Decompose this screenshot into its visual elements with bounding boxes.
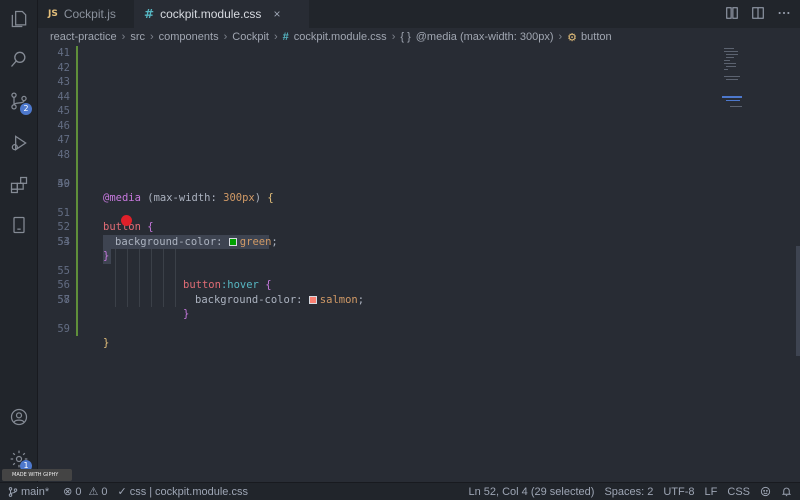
js-file-icon: JS	[48, 9, 58, 19]
error-count: 0	[75, 485, 82, 498]
branch-indicator[interactable]: main*	[8, 486, 49, 498]
line-number: 43	[57, 76, 70, 88]
symbol-class-icon: ⚙	[567, 31, 578, 44]
chevron-right-icon: ›	[121, 31, 126, 43]
split-editor-icon[interactable]	[750, 5, 766, 21]
chevron-right-icon: ›	[273, 31, 278, 43]
error-icon: ⊗	[63, 486, 73, 498]
line-number: 41	[57, 47, 70, 59]
source-control-icon[interactable]	[0, 86, 38, 116]
tab-cockpit-js[interactable]: JS Cockpit.js	[38, 0, 133, 28]
breadcrumb: react-practice › src › components › Cockpit…	[38, 28, 800, 46]
warning-icon: ⚠	[88, 486, 99, 498]
code-line: }	[103, 336, 109, 351]
language-status[interactable]: ✓ css | cockpit.module.css	[117, 485, 248, 499]
code-editor[interactable]: 41 42 43 44 45 46 47 48 49 @media (max-w…	[38, 46, 800, 482]
tab-cockpit-module-css[interactable]: # cockpit.module.css ×	[134, 0, 309, 28]
line-number: 42	[57, 61, 70, 74]
divider: |	[149, 485, 153, 498]
minimap[interactable]	[720, 46, 800, 482]
encoding[interactable]: UTF-8	[663, 486, 694, 498]
indentation[interactable]: Spaces: 2	[604, 486, 653, 498]
notifications-bell-icon[interactable]	[781, 486, 792, 497]
check-icon: ✓	[117, 486, 127, 498]
status-bar: main* ⊗ 0 ⚠ 0 ✓ css | cockpit.module.css…	[0, 482, 800, 500]
breadcrumb-media[interactable]: @media (max-width: 300px)	[416, 31, 554, 43]
breadcrumb-symbol[interactable]: button	[581, 31, 612, 43]
run-debug-icon[interactable]	[0, 128, 38, 158]
more-actions-icon[interactable]	[776, 5, 792, 21]
line-number: 59	[57, 322, 70, 335]
tab-label: cockpit.module.css	[160, 7, 262, 21]
branch-name: main*	[21, 485, 50, 498]
accounts-icon[interactable]	[0, 402, 38, 432]
line-number: 58	[57, 293, 70, 306]
tab-label: Cockpit.js	[63, 7, 116, 21]
brace: }	[103, 337, 110, 349]
tab-bar: JS Cockpit.js # cockpit.module.css ×	[38, 0, 800, 28]
status-file-name: cockpit.module.css	[155, 485, 248, 498]
language-mode: css	[129, 485, 147, 498]
vertical-scrollbar[interactable]	[796, 246, 800, 356]
remote-explorer-icon[interactable]	[0, 210, 38, 240]
cursor-indicator	[121, 215, 132, 226]
giphy-watermark: MADE WITH GIPHY	[2, 469, 72, 481]
activity-bar: 2 1	[0, 0, 38, 482]
line-number: 44	[57, 90, 70, 103]
breadcrumb-item[interactable]: react-practice	[50, 31, 117, 43]
git-branch-icon	[8, 486, 18, 497]
compare-changes-icon[interactable]	[724, 5, 740, 21]
css-file-icon: #	[144, 7, 155, 21]
css-file-icon: #	[282, 31, 289, 43]
breadcrumb-item[interactable]: Cockpit	[232, 31, 269, 43]
chevron-right-icon: ›	[223, 31, 228, 43]
breadcrumb-file[interactable]: cockpit.module.css	[294, 31, 387, 43]
chevron-right-icon: ›	[391, 31, 396, 43]
cursor-position[interactable]: Ln 52, Col 4 (29 selected)	[468, 486, 594, 498]
search-icon[interactable]	[0, 44, 38, 74]
close-icon[interactable]: ×	[273, 7, 280, 21]
line-ending[interactable]: LF	[705, 486, 718, 498]
breadcrumb-item[interactable]: src	[130, 31, 145, 43]
line-number: 50	[57, 177, 70, 190]
problems-indicator[interactable]: ⊗ 0 ⚠ 0	[63, 485, 108, 499]
feedback-icon[interactable]	[760, 486, 771, 497]
line-number: 47	[57, 134, 70, 146]
line-number: 46	[57, 119, 70, 132]
chevron-right-icon: ›	[558, 31, 563, 43]
explorer-icon[interactable]	[0, 4, 38, 34]
breadcrumb-item[interactable]: components	[159, 31, 219, 43]
namespace-icon: { }	[400, 31, 411, 43]
line-number: 48	[57, 148, 70, 161]
chevron-right-icon: ›	[149, 31, 154, 43]
extensions-icon[interactable]	[0, 170, 38, 200]
line-number: 45	[57, 105, 70, 117]
editor-actions	[724, 5, 792, 21]
warning-count: 0	[101, 485, 108, 498]
language-selector[interactable]: CSS	[727, 486, 750, 498]
source-control-badge: 2	[20, 103, 32, 115]
line-number: 54	[57, 235, 70, 248]
